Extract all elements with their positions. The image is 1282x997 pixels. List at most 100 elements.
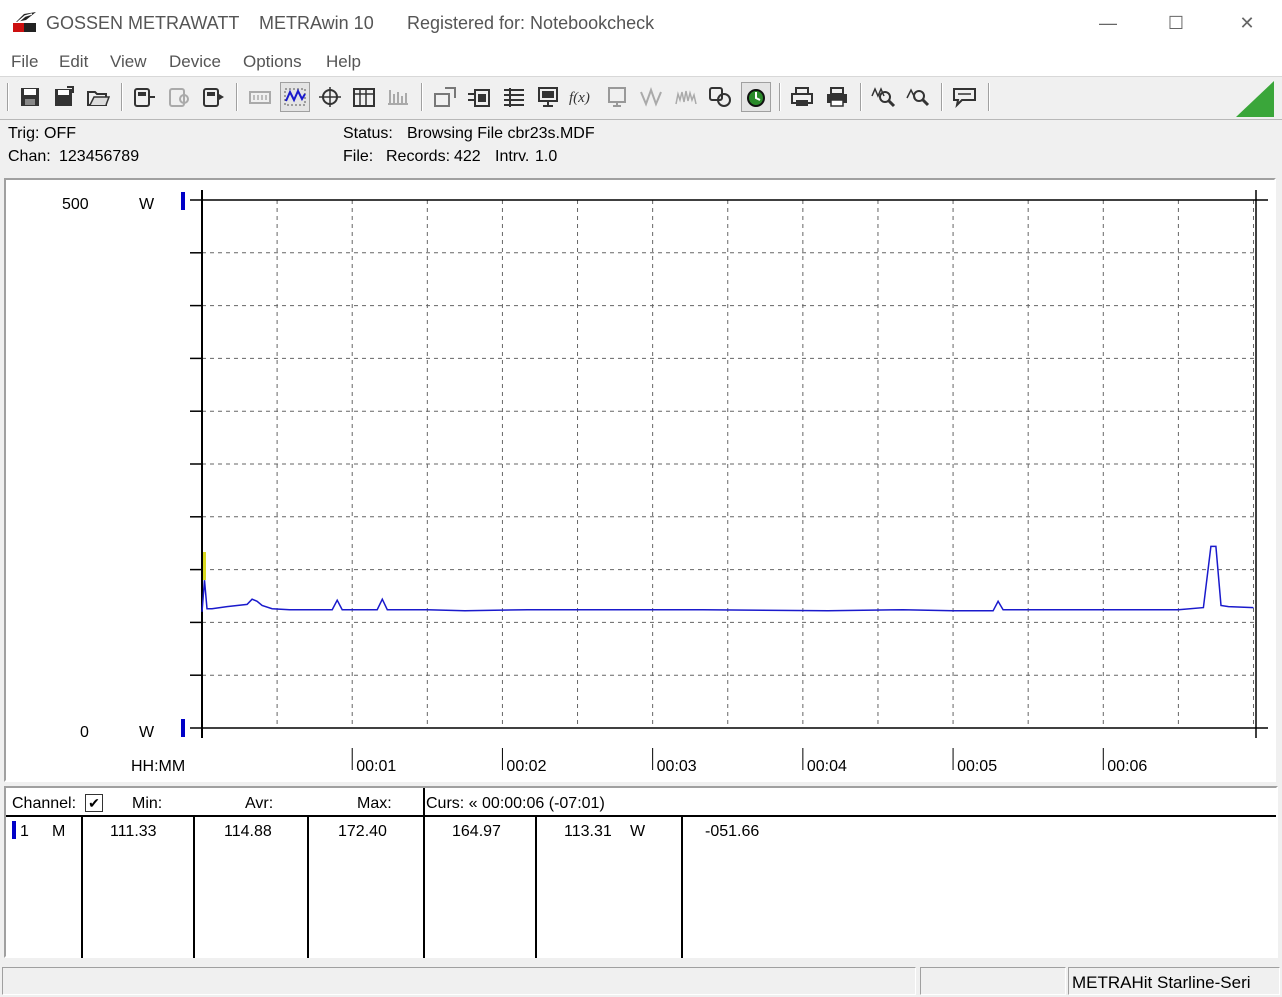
bar-grid-icon[interactable] <box>384 83 412 111</box>
monitor-icon[interactable] <box>534 83 562 111</box>
header-max: Max: <box>357 795 392 812</box>
channel-select-checkbox[interactable]: ✔ <box>85 794 103 812</box>
y-bottom-label: 0 <box>80 724 89 741</box>
table-view-icon[interactable] <box>350 83 378 111</box>
trig-label: Trig: <box>8 125 40 142</box>
column-divider <box>423 788 425 958</box>
row-channel: 1 <box>20 823 29 840</box>
function-icon[interactable]: f(x) <box>568 83 596 111</box>
device-read-icon[interactable] <box>130 83 158 111</box>
row-max: 172.40 <box>338 823 387 840</box>
transfer-icon[interactable] <box>465 83 493 111</box>
trig-value: OFF <box>44 125 76 142</box>
app-title: METRAwin 10 <box>259 13 374 33</box>
chart-panel[interactable]: 500 W 0 W HH:MM 00:01 00:02 00:03 00:04 00:0… <box>4 178 1276 782</box>
header-min: Min: <box>132 795 163 812</box>
zoom-all-icon[interactable] <box>869 83 897 111</box>
save-icon[interactable] <box>16 83 44 111</box>
toolbar-separator <box>7 83 8 111</box>
chan-label: Chan: <box>8 148 51 165</box>
file-label: File: <box>343 148 374 165</box>
records-value: 422 <box>454 148 481 165</box>
row-min: 111.33 <box>110 823 157 840</box>
x-axis-label: HH:MM <box>131 758 185 775</box>
row-unit: W <box>630 823 646 840</box>
menu-bar: File Edit View Device Options Help <box>0 46 1282 77</box>
minimize-button[interactable]: — <box>1088 10 1128 36</box>
row-delta: -051.66 <box>705 823 760 840</box>
export-icon[interactable] <box>431 83 459 111</box>
message-icon[interactable] <box>951 83 979 111</box>
title-bar: GOSSEN METRAWATT METRAwin 10 Registered … <box>0 0 1282 46</box>
zoom-icon[interactable] <box>904 83 932 111</box>
chart-grid <box>202 200 1256 728</box>
x-tick-label: 00:04 <box>807 758 847 775</box>
x-tick-label: 00:06 <box>1107 758 1147 775</box>
y-top-label: 500 <box>62 196 89 213</box>
status-label: Status: <box>343 125 393 142</box>
toolbar: f(x) <box>0 77 1282 120</box>
cursor-marker[interactable] <box>203 552 206 580</box>
records-label: Records: <box>386 148 451 165</box>
device-config-icon[interactable] <box>165 83 193 111</box>
y-top-unit: W <box>139 196 155 213</box>
cursor-crosshair-icon[interactable] <box>316 83 344 111</box>
header-divider <box>6 815 1276 817</box>
waveform-view-icon[interactable] <box>280 82 310 112</box>
column-divider <box>307 816 309 958</box>
toolbar-separator <box>236 83 237 111</box>
menu-view[interactable]: View <box>110 52 147 72</box>
maximize-button[interactable]: ☐ <box>1156 10 1196 36</box>
resize-grip-triangle <box>1236 81 1274 117</box>
power-chart[interactable]: 500 W 0 W HH:MM 00:01 00:02 00:03 00:04 00:0… <box>6 180 1274 780</box>
memory-icon[interactable] <box>246 83 274 111</box>
intrv-value: 1.0 <box>535 148 558 165</box>
column-divider <box>193 816 195 958</box>
row-avr: 114.88 <box>224 823 272 840</box>
header-channel: Channel: <box>12 795 77 812</box>
toolbar-separator <box>941 83 942 111</box>
close-button[interactable]: ✕ <box>1227 10 1267 36</box>
brand-title: GOSSEN METRAWATT <box>46 13 240 33</box>
x-tick-label: 00:01 <box>356 758 396 775</box>
menu-options[interactable]: Options <box>243 52 302 72</box>
x-tick-label: 00:03 <box>657 758 697 775</box>
menu-edit[interactable]: Edit <box>59 52 88 72</box>
channel-bottom-marker[interactable] <box>181 719 185 737</box>
intrv-label: Intrv. <box>495 148 530 165</box>
y-bottom-unit: W <box>139 724 155 741</box>
status-bar: METRAHit Starline-Seri <box>0 964 1282 997</box>
header-avr: Avr: <box>245 795 274 812</box>
copy-icon[interactable] <box>706 83 734 111</box>
save-as-icon[interactable] <box>50 83 78 111</box>
channel-top-marker[interactable] <box>181 192 185 210</box>
trace-icon[interactable] <box>637 83 665 111</box>
signal-icon[interactable] <box>672 83 700 111</box>
resize-grip-icon <box>1236 81 1274 117</box>
row-cursor-b: 113.31 <box>564 823 612 840</box>
toolbar-separator <box>988 83 989 111</box>
measurement-table: Channel: ✔ Min: Avr: Max: Curs: « 00:00:… <box>4 786 1278 958</box>
column-divider <box>81 816 83 958</box>
toolbar-separator <box>121 83 122 111</box>
column-divider <box>535 816 537 958</box>
menu-help[interactable]: Help <box>326 52 361 72</box>
device-start-icon[interactable] <box>199 83 227 111</box>
column-divider <box>681 816 683 958</box>
list-icon[interactable] <box>500 83 528 111</box>
status-pane-device: METRAHit Starline-Seri <box>1068 967 1280 995</box>
status-pane-info <box>920 967 1066 995</box>
open-folder-icon[interactable] <box>84 83 112 111</box>
print-preview-icon[interactable] <box>788 83 816 111</box>
display-icon[interactable] <box>603 83 631 111</box>
x-tick-label: 00:05 <box>957 758 997 775</box>
print-icon[interactable] <box>823 83 851 111</box>
menu-device[interactable]: Device <box>169 52 221 72</box>
menu-file[interactable]: File <box>11 52 38 72</box>
svg-text:f(x): f(x) <box>569 90 590 106</box>
trigger-icon[interactable] <box>741 82 771 112</box>
x-tick-label: 00:02 <box>506 758 546 775</box>
status-value: Browsing File cbr23s.MDF <box>407 125 595 142</box>
app-logo-icon <box>13 12 36 32</box>
row-cursor-a: 164.97 <box>452 823 501 840</box>
